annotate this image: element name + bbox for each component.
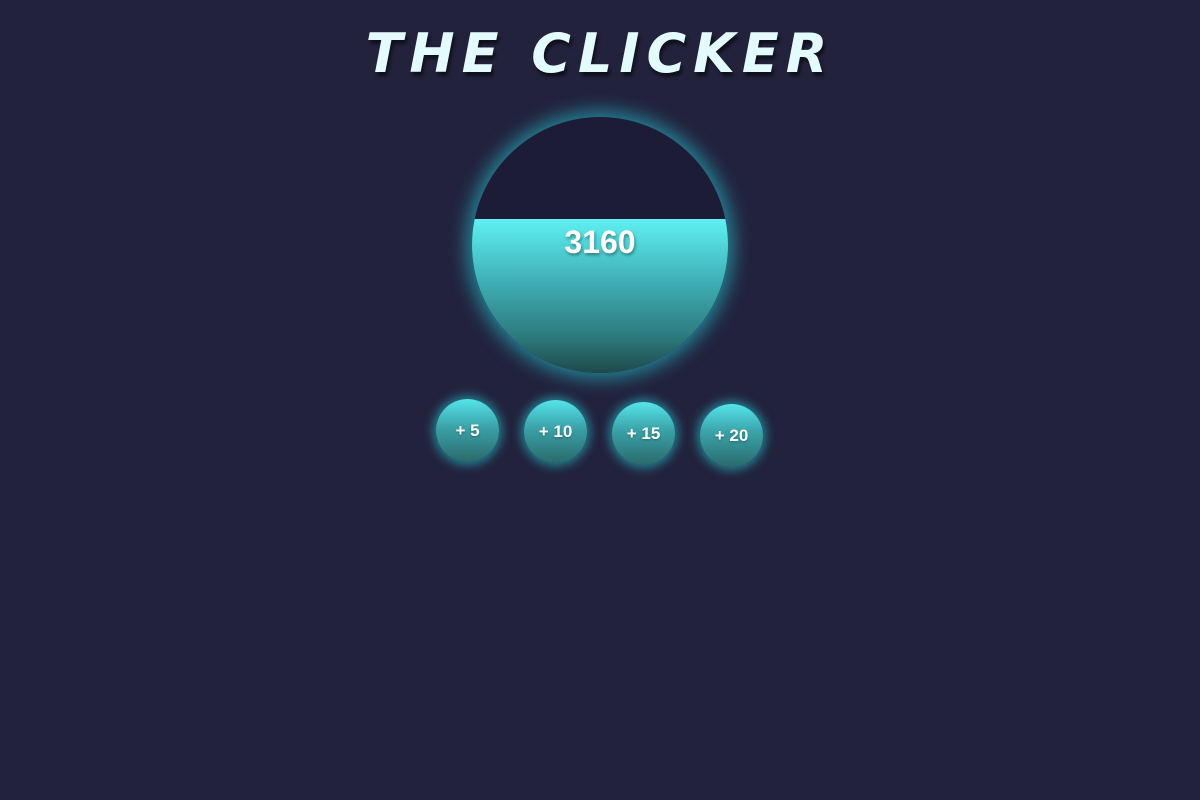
clicker-orb[interactable]: 3160 [472,117,728,373]
add-5-button[interactable]: + 5 [436,399,499,462]
page: THE CLICKER 3160 + 5 + 10 + 15 + 20 [0,0,1200,800]
add-20-label: + 20 [714,425,749,445]
add-15-button[interactable]: + 15 [612,402,675,465]
add-5-label: + 5 [455,420,480,440]
counter-value: 3160 [564,224,636,260]
add-10-label: + 10 [538,421,573,441]
add-15-label: + 15 [626,423,661,443]
add-20-button[interactable]: + 20 [700,404,763,467]
add-10-button[interactable]: + 10 [524,400,587,463]
page-title: THE CLICKER [365,22,835,85]
